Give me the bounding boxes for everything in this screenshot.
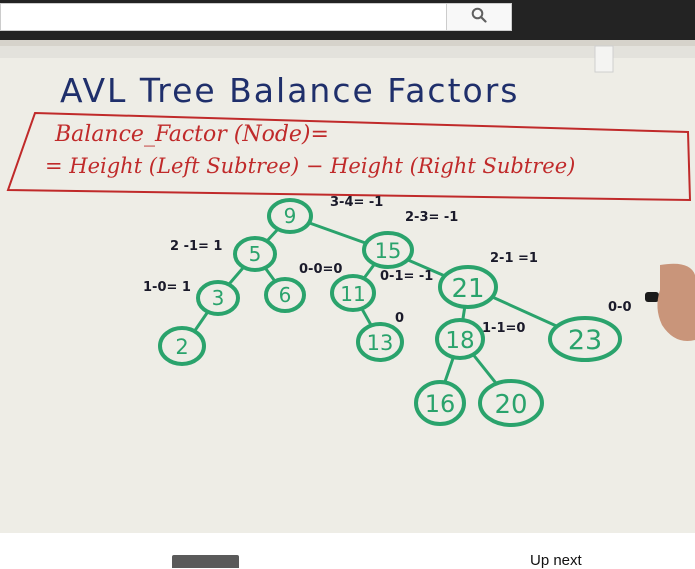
annotation: 2-1 =1 [490, 251, 538, 266]
tree-node: 13 [356, 322, 404, 362]
annotation: 3-4= -1 [330, 195, 383, 210]
tree-node: 21 [438, 265, 498, 309]
tree-node: 3 [196, 280, 240, 316]
board-title: AVL Tree Balance Factors [60, 71, 519, 110]
annotation: 0-0 [608, 300, 632, 315]
video-player[interactable]: AVL Tree Balance Factors Balance_Factor … [0, 40, 695, 533]
tree-node: 15 [362, 231, 414, 269]
search-button[interactable] [446, 3, 512, 31]
masthead [0, 0, 695, 40]
svg-text:13: 13 [367, 331, 394, 355]
tree-node: 6 [264, 277, 306, 313]
below-player: Up next [0, 533, 695, 569]
formula-line-2: = Height (Left Subtree) − Height (Right … [45, 154, 575, 178]
svg-text:18: 18 [445, 328, 474, 354]
annotation: 2 -1= 1 [170, 239, 222, 254]
video-thumbnail[interactable] [172, 555, 239, 568]
up-next-label: Up next [530, 552, 582, 569]
svg-text:16: 16 [425, 390, 456, 418]
search-icon [471, 7, 487, 28]
svg-text:6: 6 [279, 283, 292, 307]
whiteboard-frame: AVL Tree Balance Factors Balance_Factor … [0, 40, 695, 533]
tree-node: 20 [478, 379, 544, 427]
search-input[interactable] [0, 3, 446, 31]
tree-node: 2 [158, 326, 206, 366]
tree-node: 11 [330, 274, 376, 312]
svg-text:5: 5 [249, 242, 262, 266]
annotation: 0-1= -1 [380, 269, 433, 284]
svg-text:2: 2 [175, 335, 188, 359]
tree-node: 16 [414, 380, 466, 426]
svg-text:3: 3 [212, 286, 225, 310]
annotation: 0 [395, 311, 404, 326]
tree-node: 5 [233, 236, 277, 272]
annotation: 0-0=0 [299, 262, 342, 277]
tree-node: 18 [435, 318, 485, 360]
tree-node: 23 [548, 316, 622, 362]
tree-node: 9 [267, 198, 313, 234]
annotation: 2-3= -1 [405, 210, 458, 225]
svg-text:9: 9 [284, 204, 297, 228]
svg-text:15: 15 [375, 239, 402, 263]
svg-text:21: 21 [451, 274, 484, 304]
svg-text:11: 11 [340, 282, 365, 306]
annotation: 1-0= 1 [143, 280, 191, 295]
svg-text:20: 20 [494, 390, 527, 420]
formula-line-1: Balance_Factor (Node)= [54, 122, 329, 147]
svg-text:23: 23 [568, 325, 602, 356]
annotation: 1-1=0 [482, 321, 525, 336]
